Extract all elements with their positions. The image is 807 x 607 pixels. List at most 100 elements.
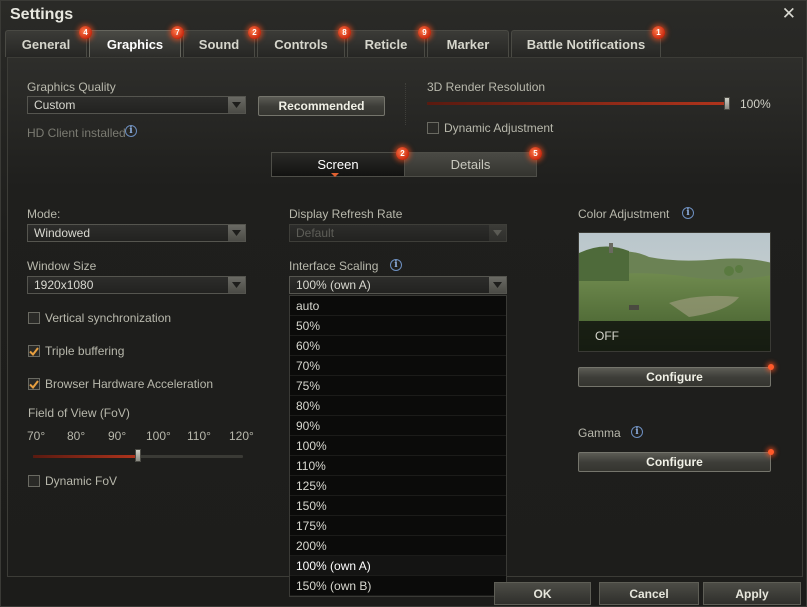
tab-graphics[interactable]: Graphics — [89, 30, 181, 57]
window-size-value: 1920x1080 — [34, 278, 94, 292]
interface-scaling-option[interactable]: 50% — [290, 316, 506, 336]
cancel-button[interactable]: Cancel — [599, 582, 699, 605]
window-title: Settings — [10, 6, 74, 23]
browser-hw-accel-checkbox[interactable] — [28, 378, 40, 390]
tab-controls[interactable]: Controls — [257, 30, 345, 57]
fov-tick: 70° — [27, 429, 46, 443]
color-configure-button[interactable]: Configure — [578, 367, 771, 387]
tab-label: Sound — [198, 36, 240, 52]
tab-battle-notifications-badge: 1 — [652, 26, 665, 39]
info-icon[interactable]: i — [390, 259, 402, 271]
active-indicator-icon — [331, 173, 339, 177]
gamma-configure-button[interactable]: Configure — [578, 452, 771, 472]
interface-scaling-option[interactable]: 90% — [290, 416, 506, 436]
color-adjustment-label: Color Adjustment — [578, 207, 670, 221]
fov-tick: 90° — [108, 429, 127, 443]
mode-select[interactable]: Windowed — [27, 224, 246, 242]
render-resolution-fill — [427, 102, 727, 105]
refresh-rate-value: Default — [296, 226, 335, 240]
color-preview-image: OFF — [578, 232, 771, 352]
interface-scaling-value: 100% (own A) — [296, 278, 371, 292]
interface-scaling-option[interactable]: 70% — [290, 356, 506, 376]
refresh-rate-select: Default — [289, 224, 507, 242]
settings-window: Settings ✕ General Graphics Sound Contro… — [0, 0, 807, 607]
dynamic-adjustment-checkbox[interactable] — [427, 122, 439, 134]
divider — [405, 83, 406, 125]
interface-scaling-option[interactable]: 175% — [290, 516, 506, 536]
hd-client-label: HD Client installed — [27, 126, 126, 140]
fov-slider-handle[interactable] — [135, 449, 141, 462]
color-preview-state: OFF — [579, 321, 770, 351]
graphics-quality-select[interactable]: Custom — [27, 96, 246, 114]
triple-buffering-checkbox[interactable] — [28, 345, 40, 357]
checkmark-icon — [29, 379, 39, 389]
refresh-rate-label: Display Refresh Rate — [289, 207, 403, 221]
subtab-details[interactable]: Details — [405, 153, 536, 176]
graphics-quality-value: Custom — [34, 98, 76, 112]
dynamic-fov-checkbox[interactable] — [28, 475, 40, 487]
interface-scaling-option[interactable]: 200% — [290, 536, 506, 556]
tab-label: Battle Notifications — [526, 36, 646, 52]
fov-tick: 80° — [67, 429, 86, 443]
tab-general[interactable]: General — [5, 30, 87, 57]
render-resolution-label: 3D Render Resolution — [427, 80, 546, 94]
render-resolution-slider-handle[interactable] — [724, 97, 730, 110]
subtab-details-badge: 5 — [529, 147, 542, 160]
recommended-button[interactable]: Recommended — [258, 96, 385, 116]
interface-scaling-option[interactable]: 110% — [290, 456, 506, 476]
notification-dot — [768, 364, 774, 370]
interface-scaling-option[interactable]: 60% — [290, 336, 506, 356]
interface-scaling-option[interactable]: 150% — [290, 496, 506, 516]
triple-buffering-label: Triple buffering — [45, 344, 125, 358]
tab-label: Graphics — [106, 36, 164, 52]
interface-scaling-dropdown: auto 50% 60% 70% 75% 80% 90% 100% 110% 125% 150% 17… — [289, 295, 507, 597]
interface-scaling-option[interactable]: 80% — [290, 396, 506, 416]
mode-value: Windowed — [34, 226, 91, 240]
apply-button[interactable]: Apply — [703, 582, 801, 605]
chevron-down-icon — [228, 225, 245, 241]
graphics-quality-label: Graphics Quality — [27, 80, 116, 94]
dynamic-fov-label: Dynamic FoV — [45, 474, 118, 488]
ok-button[interactable]: OK — [494, 582, 591, 605]
window-size-label: Window Size — [27, 259, 97, 273]
tab-reticle[interactable]: Reticle — [347, 30, 425, 57]
checkmark-icon — [29, 346, 39, 356]
tab-reticle-badge: 9 — [418, 26, 431, 39]
fov-tick: 120° — [229, 429, 254, 443]
tab-label: Reticle — [364, 36, 408, 52]
subtab-label: Details — [450, 157, 491, 172]
render-resolution-value: 100% — [740, 97, 771, 111]
tab-battle-notifications[interactable]: Battle Notifications — [511, 30, 661, 57]
interface-scaling-label: Interface Scaling — [289, 259, 379, 273]
fov-fill — [33, 455, 138, 458]
chevron-down-icon — [228, 277, 245, 293]
interface-scaling-option[interactable]: 125% — [290, 476, 506, 496]
window-size-select[interactable]: 1920x1080 — [27, 276, 246, 294]
info-icon[interactable]: i — [682, 207, 694, 219]
subtab-screen-badge: 2 — [396, 147, 409, 160]
fov-tick: 110° — [187, 429, 211, 443]
subtab-label: Screen — [317, 157, 359, 172]
tab-sound[interactable]: Sound — [183, 30, 255, 57]
tab-label: Controls — [274, 36, 328, 52]
interface-scaling-option[interactable]: 100% (own A) — [290, 556, 506, 576]
fov-label: Field of View (FoV) — [28, 406, 130, 420]
gamma-label: Gamma — [578, 426, 621, 440]
interface-scaling-option[interactable]: 150% (own B) — [290, 576, 506, 596]
info-icon[interactable]: i — [631, 426, 643, 438]
fov-tick: 100° — [146, 429, 171, 443]
info-icon[interactable]: i — [125, 125, 137, 137]
interface-scaling-option[interactable]: 100% — [290, 436, 506, 456]
interface-scaling-option[interactable]: auto — [290, 296, 506, 316]
interface-scaling-option[interactable]: 75% — [290, 376, 506, 396]
tab-general-badge: 4 — [79, 26, 92, 39]
vsync-checkbox[interactable] — [28, 312, 40, 324]
tab-marker[interactable]: Marker — [427, 30, 509, 57]
chevron-down-icon — [489, 225, 506, 241]
chevron-down-icon — [228, 97, 245, 113]
interface-scaling-select[interactable]: 100% (own A) — [289, 276, 507, 294]
tab-label: General — [21, 36, 71, 52]
mode-label: Mode: — [27, 207, 61, 221]
notification-dot — [768, 449, 774, 455]
close-icon[interactable]: ✕ — [782, 4, 796, 24]
